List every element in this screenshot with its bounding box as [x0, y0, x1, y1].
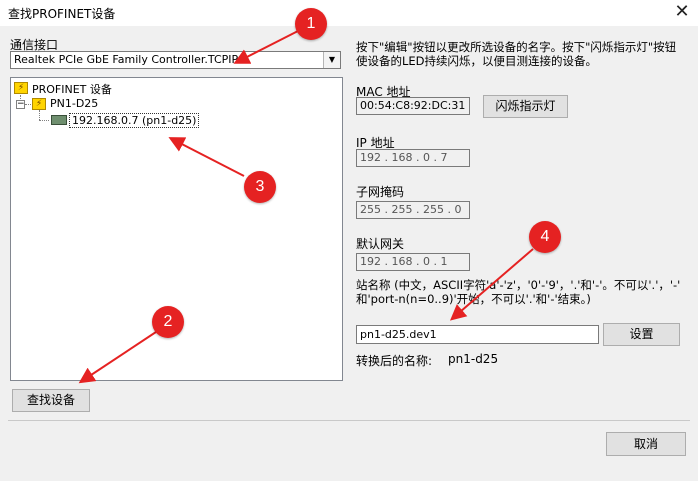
- annotation-badge-1: 1: [295, 8, 327, 40]
- arrow-2: [78, 329, 160, 384]
- arrow-4: [449, 248, 534, 321]
- arrow-1: [233, 30, 299, 64]
- arrow-3: [168, 137, 245, 177]
- annotation-badge-2: 2: [152, 306, 184, 338]
- annotation-arrows: [78, 30, 534, 384]
- annotation-badge-3: 3: [244, 171, 276, 203]
- annotation-badge-4: 4: [529, 221, 561, 253]
